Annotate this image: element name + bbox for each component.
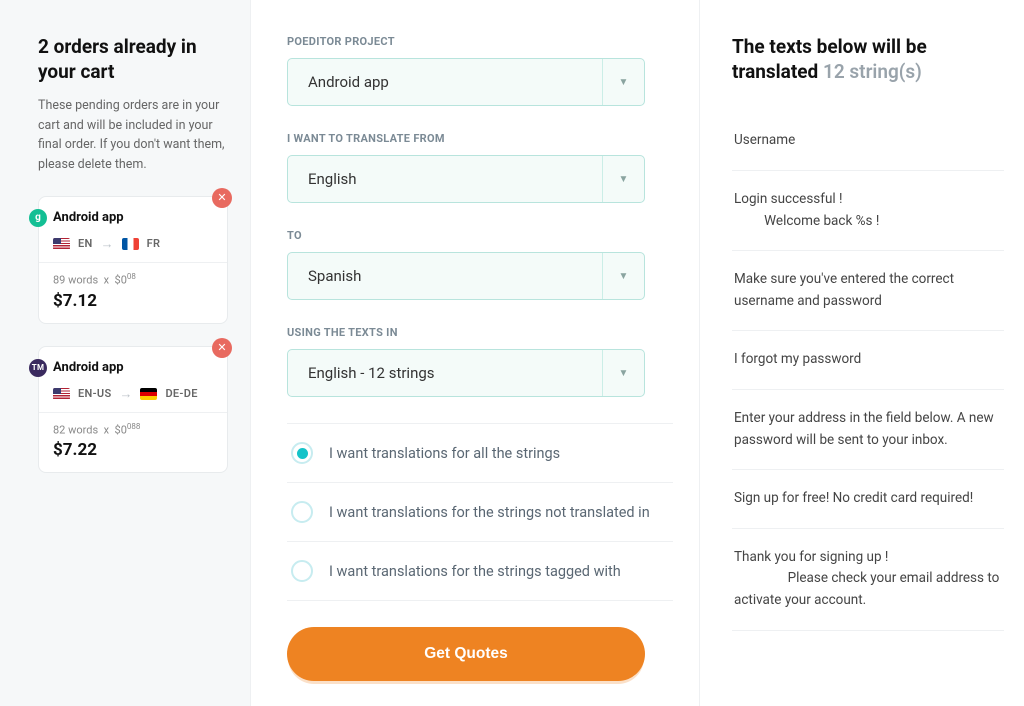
to-language-code: FR xyxy=(147,237,161,250)
close-icon: ✕ xyxy=(217,191,226,204)
cart-sidebar: 2 orders already in your cart These pend… xyxy=(0,0,250,706)
radio-icon xyxy=(291,560,313,582)
select-from-language[interactable]: English ▼ xyxy=(287,155,645,203)
filter-radio-option[interactable]: I want translations for the strings tagg… xyxy=(287,542,673,601)
cart-heading: 2 orders already in your cart xyxy=(38,35,228,84)
get-quotes-button[interactable]: Get Quotes xyxy=(287,627,645,681)
cart-item: ✕ TM Android app EN-US → DE-DE 82 words … xyxy=(38,346,228,474)
cart-item: ✕ g Android app EN → FR 89 words x $008 … xyxy=(38,196,228,324)
strings-list: UsernameLogin successful ! Welcome back … xyxy=(732,112,1004,630)
remove-cart-item-button[interactable]: ✕ xyxy=(212,338,232,358)
arrow-right-icon: → xyxy=(119,386,132,402)
chevron-down-icon: ▼ xyxy=(602,156,644,202)
preview-heading: The texts below will be translated 12 st… xyxy=(732,35,1004,84)
arrow-right-icon: → xyxy=(101,236,114,252)
label-texts: USING THE TEXTS IN xyxy=(287,326,673,339)
cart-items-container: ✕ g Android app EN → FR 89 words x $008 … xyxy=(38,196,228,473)
provider-badge: TM xyxy=(29,359,47,377)
string-preview-item: I forgot my password xyxy=(732,331,1004,390)
to-language-code: DE-DE xyxy=(165,387,197,400)
flag-icon xyxy=(53,238,70,250)
radio-label: I want translations for all the strings xyxy=(329,445,560,462)
cart-item-meta: 89 words x $008 xyxy=(53,272,213,287)
cart-item-title: Android app xyxy=(53,210,124,225)
radio-icon xyxy=(291,501,313,523)
string-preview-item: Make sure you've entered the correct use… xyxy=(732,251,1004,331)
chevron-down-icon: ▼ xyxy=(602,350,644,396)
radio-label: I want translations for the strings not … xyxy=(329,504,650,521)
label-project: POEDITOR PROJECT xyxy=(287,35,673,48)
filter-radio-option[interactable]: I want translations for all the strings xyxy=(287,424,673,483)
provider-badge: g xyxy=(29,209,47,227)
string-preview-item: Thank you for signing up ! Please check … xyxy=(732,529,1004,631)
cart-description: These pending orders are in your cart an… xyxy=(38,96,228,174)
from-language-code: EN xyxy=(78,237,93,250)
cart-item-meta: 82 words x $0088 xyxy=(53,422,213,437)
radio-icon xyxy=(291,442,313,464)
chevron-down-icon: ▼ xyxy=(602,253,644,299)
flag-icon xyxy=(53,388,70,400)
string-preview-item: Login successful ! Welcome back %s ! xyxy=(732,171,1004,251)
select-project-value: Android app xyxy=(308,73,389,91)
preview-panel: The texts below will be translated 12 st… xyxy=(700,0,1024,706)
select-project[interactable]: Android app ▼ xyxy=(287,58,645,106)
label-from: I WANT TO TRANSLATE FROM xyxy=(287,132,673,145)
flag-icon xyxy=(122,238,139,250)
label-to: TO xyxy=(287,229,673,242)
string-preview-item: Username xyxy=(732,112,1004,171)
close-icon: ✕ xyxy=(217,341,226,354)
string-preview-item: Enter your address in the field below. A… xyxy=(732,390,1004,470)
cart-item-price: $7.22 xyxy=(53,440,213,460)
filter-radio-group: I want translations for all the strings … xyxy=(287,423,673,601)
flag-icon xyxy=(140,388,157,400)
select-texts-value: English - 12 strings xyxy=(308,364,435,382)
string-preview-item: Sign up for free! No credit card require… xyxy=(732,470,1004,529)
chevron-down-icon: ▼ xyxy=(602,59,644,105)
select-from-value: English xyxy=(308,170,357,188)
select-texts[interactable]: English - 12 strings ▼ xyxy=(287,349,645,397)
cart-item-price: $7.12 xyxy=(53,291,213,311)
translation-form: POEDITOR PROJECT Android app ▼ I WANT TO… xyxy=(250,0,700,706)
cart-item-title: Android app xyxy=(53,360,124,375)
radio-label: I want translations for the strings tagg… xyxy=(329,563,621,580)
select-to-value: Spanish xyxy=(308,267,361,285)
remove-cart-item-button[interactable]: ✕ xyxy=(212,188,232,208)
from-language-code: EN-US xyxy=(78,387,111,400)
preview-count: 12 string(s) xyxy=(823,60,922,83)
select-to-language[interactable]: Spanish ▼ xyxy=(287,252,645,300)
filter-radio-option[interactable]: I want translations for the strings not … xyxy=(287,483,673,542)
